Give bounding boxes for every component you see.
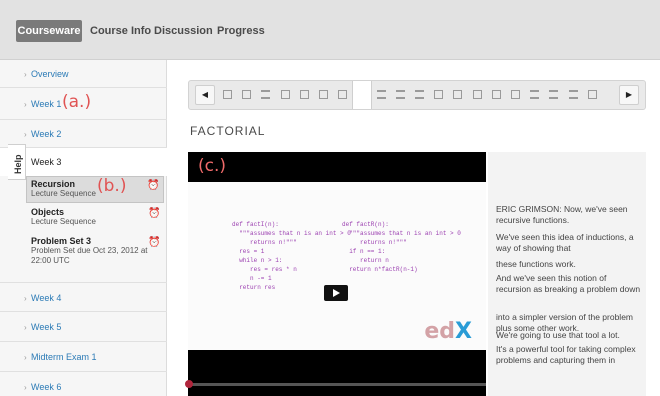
code-left: def factI(n): """assumes that n is an in… xyxy=(232,220,351,292)
code-line: n -= 1 xyxy=(232,275,272,282)
sequence-item-video[interactable] xyxy=(319,90,328,99)
code-line: return n xyxy=(342,257,389,264)
video-frame: def factI(n): """assumes that n is an in… xyxy=(188,182,486,350)
scrubber-handle[interactable] xyxy=(185,380,193,388)
sequence-item-problem[interactable] xyxy=(352,81,373,109)
tab-discussion[interactable]: Discussion xyxy=(154,20,213,42)
sequence-navigation: ◀ ▶ xyxy=(188,80,646,110)
alarm-clock-icon: ⏰ xyxy=(148,237,161,248)
code-line: def factI(n): xyxy=(232,221,279,228)
transcript-line[interactable]: We've seen this idea of inductions, a wa… xyxy=(496,232,642,254)
sequence-item-video[interactable] xyxy=(453,90,463,99)
sequence-item-video[interactable] xyxy=(223,90,232,99)
sequence-item-video[interactable] xyxy=(472,90,482,99)
sequence-item-video[interactable] xyxy=(511,90,520,99)
sequence-item-problem[interactable] xyxy=(395,90,405,99)
sequence-item-video[interactable] xyxy=(434,90,444,99)
code-line: res = 1 xyxy=(232,248,265,255)
sidebar-item-midterm-exam-1[interactable]: › Midterm Exam 1 xyxy=(0,342,167,372)
play-button[interactable] xyxy=(324,285,348,301)
transcript-line[interactable]: ERIC GRIMSON: Now, we've seen recursive … xyxy=(496,204,642,226)
code-right: def factR(n): """assumes that n is an in… xyxy=(342,220,461,274)
sidebar-item-week-5[interactable]: › Week 5 xyxy=(0,312,167,342)
sequence-item-video[interactable] xyxy=(338,90,348,99)
subsection-problem-set-3[interactable]: Problem Set 3 Problem Set due Oct 23, 20… xyxy=(26,234,164,272)
help-tab[interactable]: Help xyxy=(8,144,26,180)
sequence-item-video[interactable] xyxy=(587,90,597,99)
alarm-clock-icon: ⏰ xyxy=(148,208,161,219)
sequence-item-video[interactable] xyxy=(299,90,309,99)
subsection-recursion[interactable]: Recursion Lecture Sequence ⏰ xyxy=(26,176,164,203)
course-nav: Courseware Course Info Discussion Progre… xyxy=(0,0,660,60)
chevron-right-icon: › xyxy=(24,100,27,109)
code-line: if n == 1: xyxy=(342,248,386,255)
subsection-objects[interactable]: Objects Lecture Sequence ⏰ xyxy=(26,205,164,232)
chevron-right-icon: › xyxy=(24,383,27,392)
unit-title: FACTORIAL xyxy=(190,124,266,138)
next-button[interactable]: ▶ xyxy=(619,85,639,105)
transcript-line[interactable]: And we've seen this notion of recursion … xyxy=(496,273,642,295)
transcript-line[interactable]: We're going to use that tool a lot. xyxy=(496,330,642,341)
code-line: returns n!""" xyxy=(232,239,297,246)
video-scrubber[interactable] xyxy=(185,380,486,388)
transcript-line[interactable]: these functions work. xyxy=(496,259,642,270)
annotation-a: (a.) xyxy=(62,92,92,112)
sequence-item-problem[interactable] xyxy=(568,90,578,99)
sequence-item-problem[interactable] xyxy=(415,90,424,99)
chevron-right-icon: › xyxy=(24,130,27,139)
sequence-item-problem[interactable] xyxy=(376,90,386,99)
tab-course-info[interactable]: Course Info xyxy=(90,20,151,42)
previous-button[interactable]: ◀ xyxy=(195,85,215,105)
edx-logo: edX xyxy=(424,319,472,344)
tab-progress[interactable]: Progress xyxy=(217,20,265,42)
code-line: """assumes that n is an int > 0 xyxy=(232,230,351,237)
sidebar-item-week-4[interactable]: › Week 4 xyxy=(0,282,167,312)
sequence-item-video[interactable] xyxy=(242,90,252,99)
chevron-right-icon: › xyxy=(24,294,27,303)
code-line: return n*factR(n-1) xyxy=(342,266,418,273)
sequence-item-video[interactable] xyxy=(280,90,290,99)
sequence-item-problem[interactable] xyxy=(549,90,559,99)
sidebar-item-week-6[interactable]: › Week 6 xyxy=(0,372,167,396)
code-line: """assumes that n is an int > 0 xyxy=(342,230,461,237)
chevron-right-icon: › xyxy=(24,323,27,332)
annotation-c: (c.) xyxy=(198,156,227,176)
chevron-right-icon: › xyxy=(24,70,27,79)
transcript-panel: ERIC GRIMSON: Now, we've seen recursive … xyxy=(488,152,646,396)
tab-courseware[interactable]: Courseware xyxy=(16,20,82,42)
annotation-b: (b.) xyxy=(97,176,127,196)
code-line: while n > 1: xyxy=(232,257,283,264)
code-line: res = res * n xyxy=(232,266,297,273)
sequence-item-video[interactable] xyxy=(491,90,501,99)
transcript-line[interactable]: It's a powerful tool for taking complex … xyxy=(496,344,642,366)
chevron-right-icon: › xyxy=(24,353,27,362)
video-player[interactable]: def factI(n): """assumes that n is an in… xyxy=(185,152,486,396)
alarm-clock-icon: ⏰ xyxy=(147,180,160,191)
sidebar-item-overview[interactable]: › Overview xyxy=(0,60,167,88)
code-line: def factR(n): xyxy=(342,221,389,228)
sequence-item-problem[interactable] xyxy=(530,90,540,99)
sequence-item-problem[interactable] xyxy=(261,90,271,99)
code-line: returns n!""" xyxy=(342,239,407,246)
